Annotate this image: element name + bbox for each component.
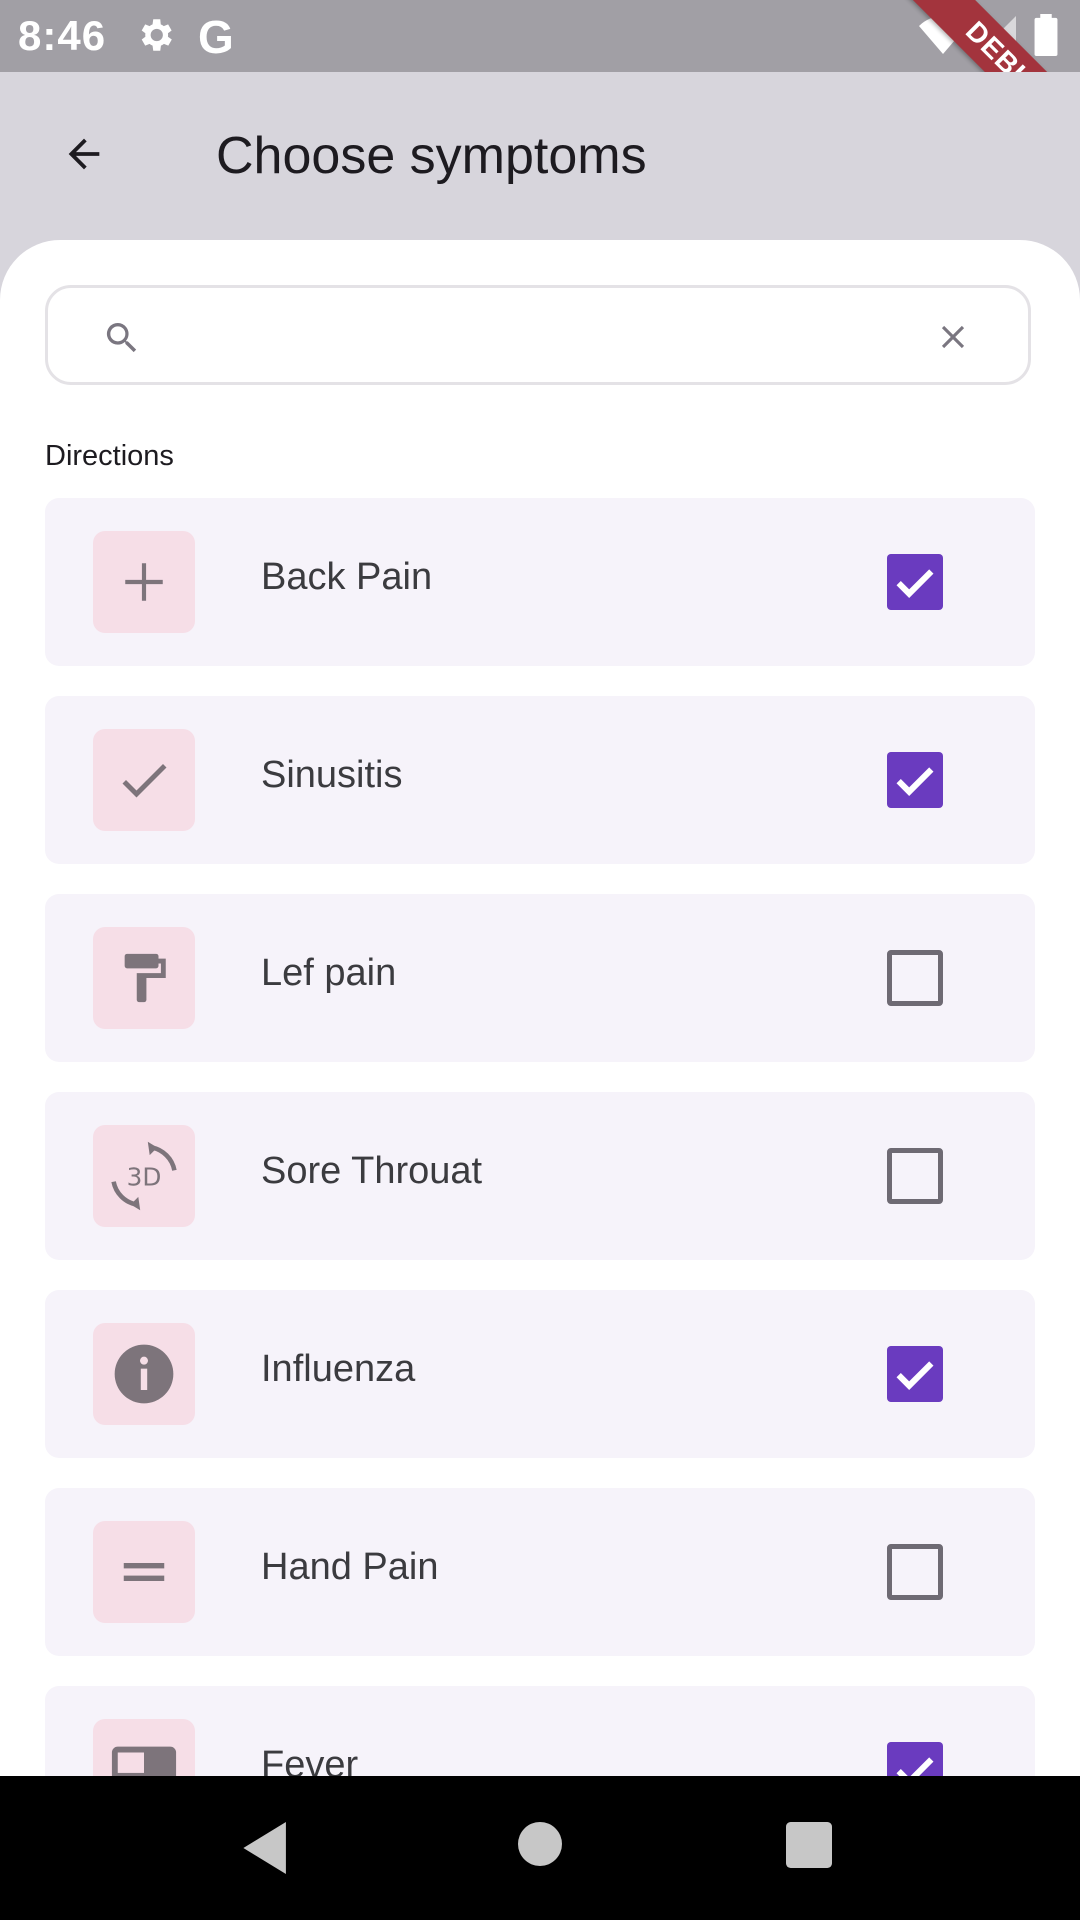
symptom-item-hand-pain[interactable]: Hand Pain: [45, 1488, 1035, 1656]
symptom-list: Back Pain Sinusitis Lef pain 3D Sore Thr…: [45, 498, 1035, 1776]
symptom-item-sinusitis[interactable]: Sinusitis: [45, 696, 1035, 864]
battery-icon: [1034, 14, 1058, 61]
app-bar: Choose symptoms: [0, 72, 1080, 240]
arrow-back-icon: [61, 131, 107, 182]
symptom-label: Influenza: [261, 1348, 416, 1390]
symptom-item-sore-throuat[interactable]: 3D Sore Throuat: [45, 1092, 1035, 1260]
status-bar: 8:46 G DEBUG: [0, 0, 1080, 172]
symptom-checkbox[interactable]: [887, 1148, 943, 1204]
symptom-checkbox[interactable]: [887, 752, 943, 808]
nav-home-icon[interactable]: [518, 1822, 562, 1871]
symptom-item-lef-pain[interactable]: Lef pain: [45, 894, 1035, 1062]
search-input[interactable]: [178, 308, 942, 366]
symptom-item-influenza[interactable]: Influenza: [45, 1290, 1035, 1458]
symptom-checkbox[interactable]: [887, 1346, 943, 1402]
equals-icon: [93, 1521, 195, 1623]
nav-back-icon[interactable]: [242, 1822, 292, 1879]
content-sheet: Directions Back Pain Sinusitis Lef pain …: [0, 240, 1080, 1776]
paint-roller-icon: [93, 927, 195, 1029]
symptom-label: Sore Throuat: [261, 1150, 483, 1192]
nav-recents-icon[interactable]: [786, 1822, 832, 1873]
symptom-label: Back Pain: [261, 556, 433, 598]
symptom-checkbox[interactable]: [887, 1742, 943, 1776]
symptom-label: Hand Pain: [261, 1546, 439, 1588]
symptom-label: Sinusitis: [261, 754, 403, 796]
featured-video-icon: [93, 1719, 195, 1776]
system-nav-bar: [0, 1776, 1080, 1920]
symptom-item-fever[interactable]: Fever: [45, 1686, 1035, 1776]
check-icon: [93, 729, 195, 831]
symptom-checkbox[interactable]: [887, 554, 943, 610]
gear-icon: [134, 14, 176, 61]
info-icon: [93, 1323, 195, 1425]
search-box[interactable]: [45, 285, 1031, 385]
google-icon: G: [198, 11, 234, 63]
symptom-checkbox[interactable]: [887, 1544, 943, 1600]
symptom-item-back-pain[interactable]: Back Pain: [45, 498, 1035, 666]
svg-text:3D: 3D: [127, 1163, 162, 1192]
symptom-checkbox[interactable]: [887, 950, 943, 1006]
status-time: 8:46: [18, 12, 107, 59]
symptom-label: Lef pain: [261, 952, 397, 994]
section-label: Directions: [45, 440, 174, 472]
close-icon[interactable]: [934, 318, 972, 361]
symptom-label: Fever: [261, 1744, 359, 1776]
back-button[interactable]: [50, 122, 118, 190]
3d-rotation-icon: 3D: [93, 1125, 195, 1227]
plus-icon: [93, 531, 195, 633]
page-title: Choose symptoms: [216, 127, 647, 185]
search-icon: [102, 318, 142, 363]
